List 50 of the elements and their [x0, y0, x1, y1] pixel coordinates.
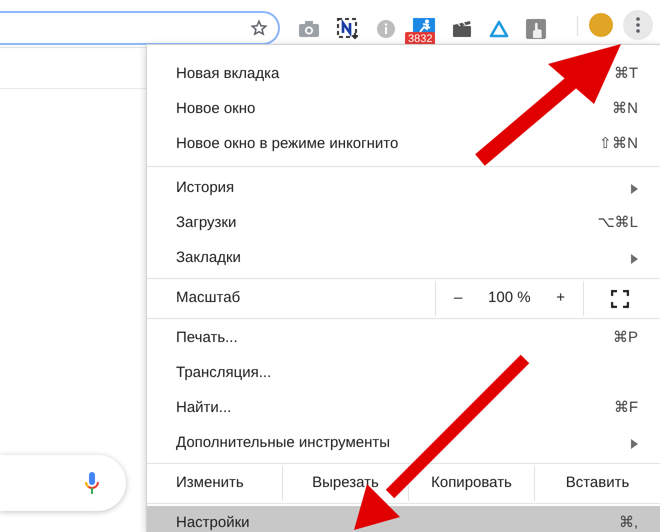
menu-item[interactable]: Новое окно ⌘N — [147, 92, 660, 127]
menu-item-label: Настройки — [176, 513, 250, 532]
menu-button[interactable] — [623, 10, 653, 40]
submenu-arrow-icon — [631, 184, 638, 194]
menu-item-label: Новое окно в режиме инкогнито — [176, 134, 398, 154]
shortcut: ⌘F — [614, 398, 638, 418]
menu-item[interactable]: Настройки ⌘, — [147, 506, 660, 532]
menu-item-label: Дополнительные инструменты — [176, 433, 390, 454]
menu-item-label: Загрузки — [176, 213, 236, 234]
shortcut: ⇧⌘N — [599, 134, 638, 154]
zoom-level: 100 % — [488, 288, 531, 308]
triangle-icon[interactable] — [489, 20, 509, 38]
submenu-arrow-icon — [631, 254, 638, 264]
submenu-arrow-icon — [631, 438, 638, 448]
menu-item-label: Найти... — [176, 398, 232, 418]
profile-avatar[interactable] — [589, 13, 613, 37]
shortcut: ⌘T — [614, 64, 638, 84]
camera-icon[interactable] — [298, 20, 320, 38]
edit-label: Изменить — [175, 473, 245, 494]
menu-item[interactable]: Найти... ⌘F — [147, 391, 660, 426]
menu-item[interactable]: Дополнительные инструменты — [147, 426, 660, 461]
star-icon[interactable] — [250, 19, 268, 37]
edit-button[interactable]: Копировать — [408, 466, 534, 501]
menu-item-label: Закладки — [176, 248, 241, 268]
menu-item-label: Трансляция... — [176, 363, 272, 384]
microphone-icon[interactable] — [84, 471, 100, 495]
menu-item-label: История — [176, 178, 234, 198]
shortcut: ⌘N — [612, 99, 638, 120]
clapperboard-icon[interactable] — [452, 20, 472, 38]
shortcut: ⌥⌘L — [598, 213, 638, 234]
hand-icon[interactable] — [526, 19, 546, 39]
menu-icon[interactable] — [636, 17, 640, 33]
edit-button[interactable]: Вставить — [534, 466, 660, 501]
dashed-n-icon[interactable] — [337, 18, 359, 40]
menu-item-label: Печать... — [176, 328, 238, 348]
shortcut: ⌘P — [612, 328, 638, 348]
zoom-out-button[interactable]: – — [454, 287, 462, 310]
menu-item[interactable]: Закладки — [147, 241, 660, 276]
menu-item[interactable]: Загрузки ⌥⌘L — [147, 206, 660, 241]
menu-item[interactable]: Печать... ⌘P — [147, 321, 660, 356]
zoom-in-button[interactable]: + — [556, 287, 565, 310]
fullscreen-icon — [611, 290, 629, 308]
shortcut: ⌘, — [618, 513, 638, 532]
menu-item[interactable]: Новая вкладка ⌘T — [147, 57, 660, 92]
menu-item-label: Новое окно — [176, 99, 256, 120]
menu-item[interactable]: Трансляция... — [147, 356, 660, 391]
menu-item[interactable]: Новое окно в режиме инкогнито ⇧⌘N — [147, 127, 660, 162]
zoom-label: Масштаб — [175, 288, 242, 308]
menu-item-label: Новая вкладка — [176, 64, 280, 84]
menu-item[interactable]: История — [147, 171, 660, 206]
